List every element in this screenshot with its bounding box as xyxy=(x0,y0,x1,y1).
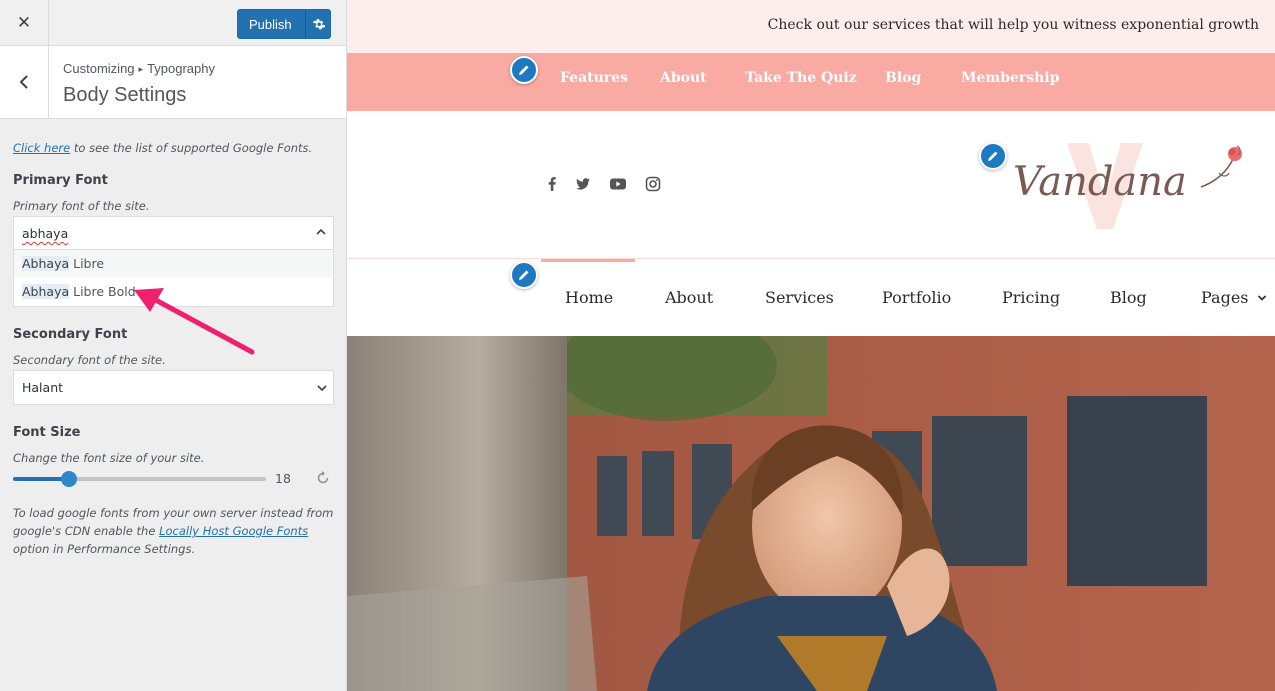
primary-font-description: Primary font of the site. xyxy=(13,199,150,213)
logo-text: Vandana xyxy=(1013,159,1187,205)
primary-font-input-value: abhaya xyxy=(22,226,69,241)
site-preview: Check out our services that will help yo… xyxy=(347,0,1275,691)
chevron-left-icon xyxy=(19,75,28,89)
top-nav-about[interactable]: About xyxy=(660,70,707,86)
edit-logo-button[interactable] xyxy=(979,142,1007,170)
top-nav-membership[interactable]: Membership xyxy=(961,70,1059,86)
breadcrumb: Customizing ▸ Typography xyxy=(63,61,215,76)
pencil-icon xyxy=(519,65,529,75)
facebook-icon[interactable] xyxy=(543,175,561,193)
hero-photo xyxy=(347,336,1275,691)
main-navigation: Home About Services Portfolio Pricing Bl… xyxy=(347,259,1275,336)
secondary-font-description: Secondary font of the site. xyxy=(13,353,166,367)
secondary-font-title: Secondary Font xyxy=(13,327,128,342)
nav-portfolio[interactable]: Portfolio xyxy=(882,288,951,307)
twitter-icon[interactable] xyxy=(574,175,592,193)
nav-about[interactable]: About xyxy=(665,288,713,307)
local-fonts-note: To load google fonts from your own serve… xyxy=(13,504,335,558)
chevron-down-icon xyxy=(317,385,327,392)
edit-main-menu-button[interactable] xyxy=(510,261,538,289)
top-nav-blog[interactable]: Blog xyxy=(885,70,921,86)
nav-home[interactable]: Home xyxy=(565,288,613,307)
nav-pages[interactable]: Pages xyxy=(1201,288,1267,307)
option-match-text: Abhaya xyxy=(22,284,70,299)
section-title: Body Settings xyxy=(63,84,187,106)
google-fonts-help: Click here to see the list of supported … xyxy=(13,141,312,155)
option-match-text: Abhaya xyxy=(22,256,70,271)
vandana-logo[interactable]: Vandana xyxy=(1005,137,1245,232)
youtube-icon[interactable] xyxy=(609,175,627,193)
publish-label: Publish xyxy=(249,16,292,32)
chevron-up-icon[interactable] xyxy=(315,226,327,238)
pointer-arrow-annotation xyxy=(134,288,255,355)
locally-host-fonts-link[interactable]: Locally Host Google Fonts xyxy=(159,524,308,538)
close-icon: ✕ xyxy=(16,13,32,33)
primary-font-input[interactable]: abhaya xyxy=(14,217,333,250)
pencil-icon xyxy=(519,270,529,280)
primary-font-title: Primary Font xyxy=(13,173,108,188)
chevron-down-icon xyxy=(1257,295,1266,301)
hero-image xyxy=(347,336,1275,691)
breadcrumb-parent: Customizing xyxy=(63,61,135,76)
font-size-slider[interactable] xyxy=(13,471,266,487)
announcement-text: Check out our services that will help yo… xyxy=(767,17,1259,33)
gear-icon xyxy=(312,19,325,30)
option-rest-text: Libre Bold xyxy=(69,284,136,299)
pencil-icon xyxy=(988,151,998,161)
announcement-bar: Check out our services that will help yo… xyxy=(347,0,1275,53)
nav-pages-label: Pages xyxy=(1201,288,1249,307)
nav-services[interactable]: Services xyxy=(765,288,834,307)
close-customizer-button[interactable]: ✕ xyxy=(0,0,49,46)
breadcrumb-separator: ▸ xyxy=(138,64,144,74)
top-navigation: Features About Take The Quiz Blog Member… xyxy=(347,53,1275,111)
publish-settings-button[interactable] xyxy=(306,17,330,31)
google-fonts-link[interactable]: Click here xyxy=(13,141,70,155)
top-nav-features[interactable]: Features xyxy=(560,70,628,86)
google-fonts-help-text: to see the list of supported Google Font… xyxy=(70,141,313,155)
option-rest-text: Libre xyxy=(69,256,105,271)
site-header: Vandana xyxy=(347,111,1275,259)
customizer-header: ✕ Publish xyxy=(0,0,346,46)
secondary-font-select[interactable]: Halant xyxy=(13,370,334,405)
font-size-description: Change the font size of your site. xyxy=(13,451,205,465)
nav-blog[interactable]: Blog xyxy=(1110,288,1147,307)
top-nav-take-the-quiz[interactable]: Take The Quiz xyxy=(745,70,857,86)
note-text-after: option in Performance Settings. xyxy=(13,542,196,556)
nav-pricing[interactable]: Pricing xyxy=(1002,288,1060,307)
slider-handle[interactable] xyxy=(60,471,77,487)
font-size-value: 18 xyxy=(275,471,291,486)
instagram-icon[interactable] xyxy=(644,175,662,193)
font-size-title: Font Size xyxy=(13,425,81,440)
section-header: Customizing ▸ Typography Body Settings xyxy=(0,46,346,119)
secondary-font-value: Halant xyxy=(22,380,64,395)
reset-icon[interactable] xyxy=(315,470,331,486)
back-button[interactable] xyxy=(0,46,49,118)
publish-button[interactable]: Publish xyxy=(237,9,331,39)
edit-top-menu-button[interactable] xyxy=(510,56,538,84)
font-option-abhaya-libre[interactable]: Abhaya Libre xyxy=(14,250,333,278)
breadcrumb-child: Typography xyxy=(147,61,215,76)
active-nav-indicator xyxy=(541,259,635,262)
customizer-sidebar: ✕ Publish Customizing ▸ Typography Body Se… xyxy=(0,0,347,691)
